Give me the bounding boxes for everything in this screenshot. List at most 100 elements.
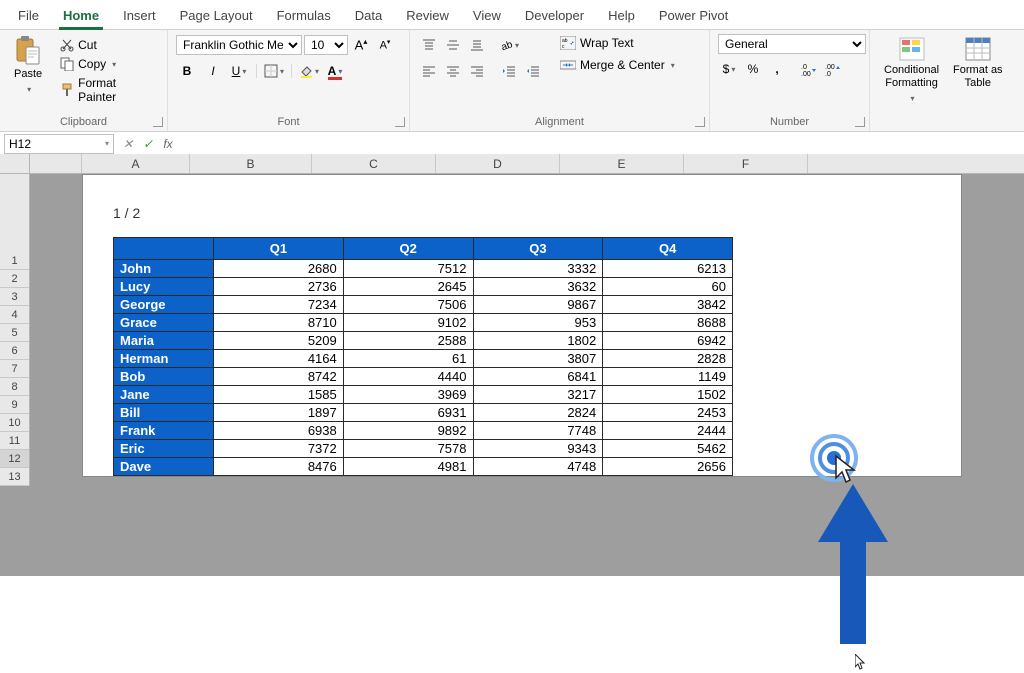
decrease-font-button[interactable]: A▾ bbox=[374, 34, 396, 56]
cell[interactable]: 6938 bbox=[214, 422, 344, 440]
table-row[interactable]: Grace871091029538688 bbox=[114, 314, 733, 332]
insert-function-button[interactable]: fx bbox=[158, 137, 178, 151]
merge-center-button[interactable]: Merge & Center bbox=[556, 56, 679, 74]
cell[interactable]: 3969 bbox=[343, 386, 473, 404]
orientation-button[interactable]: ab bbox=[498, 34, 520, 56]
cut-button[interactable]: Cut bbox=[56, 36, 159, 54]
header-blank[interactable] bbox=[114, 238, 214, 260]
increase-font-button[interactable]: A▴ bbox=[350, 34, 372, 56]
row-header-1[interactable]: 1 bbox=[0, 252, 29, 270]
cell[interactable]: 953 bbox=[473, 314, 603, 332]
cell[interactable]: 60 bbox=[603, 278, 733, 296]
align-left-button[interactable] bbox=[418, 60, 440, 82]
cell[interactable]: 9892 bbox=[343, 422, 473, 440]
comma-format-button[interactable]: , bbox=[766, 58, 788, 80]
font-color-button[interactable]: A bbox=[324, 60, 346, 82]
row-header-9[interactable]: 9 bbox=[0, 396, 29, 414]
copy-button[interactable]: Copy bbox=[56, 55, 159, 73]
tab-power-pivot[interactable]: Power Pivot bbox=[647, 4, 740, 29]
col-header-F[interactable]: F bbox=[684, 154, 808, 173]
row-name[interactable]: Jane bbox=[114, 386, 214, 404]
align-top-button[interactable] bbox=[418, 34, 440, 56]
col-header-gap[interactable] bbox=[30, 154, 82, 173]
format-painter-button[interactable]: Format Painter bbox=[56, 74, 159, 106]
conditional-formatting-dropdown[interactable] bbox=[909, 92, 915, 105]
align-right-button[interactable] bbox=[466, 60, 488, 82]
row-name[interactable]: Grace bbox=[114, 314, 214, 332]
cell[interactable]: 6942 bbox=[603, 332, 733, 350]
cell[interactable]: 8742 bbox=[214, 368, 344, 386]
cell[interactable]: 4748 bbox=[473, 458, 603, 476]
row-name[interactable]: Lucy bbox=[114, 278, 214, 296]
cell[interactable]: 7748 bbox=[473, 422, 603, 440]
tab-home[interactable]: Home bbox=[51, 4, 111, 29]
format-as-table-button[interactable]: Format as Table bbox=[947, 34, 1009, 92]
cell[interactable]: 2736 bbox=[214, 278, 344, 296]
cell[interactable]: 2828 bbox=[603, 350, 733, 368]
cell[interactable]: 9102 bbox=[343, 314, 473, 332]
underline-button[interactable]: U bbox=[228, 60, 250, 82]
col-header-B[interactable]: B bbox=[190, 154, 312, 173]
wrap-text-button[interactable]: abc Wrap Text bbox=[556, 34, 679, 52]
cell[interactable]: 2656 bbox=[603, 458, 733, 476]
cell[interactable]: 61 bbox=[343, 350, 473, 368]
cell[interactable]: 3807 bbox=[473, 350, 603, 368]
cell[interactable]: 6931 bbox=[343, 404, 473, 422]
font-size-select[interactable]: 10 bbox=[304, 35, 348, 55]
row-header-5[interactable]: 5 bbox=[0, 324, 29, 342]
tab-developer[interactable]: Developer bbox=[513, 4, 596, 29]
row-name[interactable]: John bbox=[114, 260, 214, 278]
table-row[interactable]: Frank6938989277482444 bbox=[114, 422, 733, 440]
accounting-format-button[interactable]: $ bbox=[718, 58, 740, 80]
cell[interactable]: 1585 bbox=[214, 386, 344, 404]
header-q3[interactable]: Q3 bbox=[473, 238, 603, 260]
cell[interactable]: 6841 bbox=[473, 368, 603, 386]
table-row[interactable]: Herman41646138072828 bbox=[114, 350, 733, 368]
cell[interactable]: 4981 bbox=[343, 458, 473, 476]
cell[interactable]: 3217 bbox=[473, 386, 603, 404]
row-header-4[interactable]: 4 bbox=[0, 306, 29, 324]
conditional-formatting-button[interactable]: Conditional Formatting bbox=[878, 34, 945, 108]
italic-button[interactable]: I bbox=[202, 60, 224, 82]
cell[interactable]: 4440 bbox=[343, 368, 473, 386]
row-header-8[interactable]: 8 bbox=[0, 378, 29, 396]
row-name[interactable]: Bob bbox=[114, 368, 214, 386]
cell[interactable]: 7372 bbox=[214, 440, 344, 458]
cell[interactable]: 7578 bbox=[343, 440, 473, 458]
cell[interactable]: 8476 bbox=[214, 458, 344, 476]
tab-review[interactable]: Review bbox=[394, 4, 461, 29]
row-name[interactable]: Dave bbox=[114, 458, 214, 476]
number-format-select[interactable]: General bbox=[718, 34, 866, 54]
tab-file[interactable]: File bbox=[6, 4, 51, 29]
cell[interactable]: 2588 bbox=[343, 332, 473, 350]
select-all-corner[interactable] bbox=[0, 154, 30, 173]
cell[interactable]: 7506 bbox=[343, 296, 473, 314]
font-family-select[interactable]: Franklin Gothic Me bbox=[176, 35, 302, 55]
data-table[interactable]: Q1Q2Q3Q4John2680751233326213Lucy27362645… bbox=[113, 237, 733, 476]
table-row[interactable]: Dave8476498147482656 bbox=[114, 458, 733, 476]
row-header-10[interactable]: 10 bbox=[0, 414, 29, 432]
row-header-2[interactable]: 2 bbox=[0, 270, 29, 288]
row-header-12[interactable]: 12 bbox=[0, 450, 29, 468]
cell[interactable]: 5209 bbox=[214, 332, 344, 350]
cell[interactable]: 5462 bbox=[603, 440, 733, 458]
decrease-decimal-button[interactable]: .00.0 bbox=[822, 58, 844, 80]
row-name[interactable]: George bbox=[114, 296, 214, 314]
tab-data[interactable]: Data bbox=[343, 4, 394, 29]
tab-help[interactable]: Help bbox=[596, 4, 647, 29]
paste-button[interactable]: Paste bbox=[8, 34, 48, 98]
table-row[interactable]: Lucy27362645363260 bbox=[114, 278, 733, 296]
cell[interactable]: 1502 bbox=[603, 386, 733, 404]
header-q2[interactable]: Q2 bbox=[343, 238, 473, 260]
cell[interactable]: 2824 bbox=[473, 404, 603, 422]
table-row[interactable]: Eric7372757893435462 bbox=[114, 440, 733, 458]
row-header-3[interactable]: 3 bbox=[0, 288, 29, 306]
cell[interactable]: 8688 bbox=[603, 314, 733, 332]
tab-formulas[interactable]: Formulas bbox=[265, 4, 343, 29]
row-header-7[interactable]: 7 bbox=[0, 360, 29, 378]
paste-dropdown[interactable] bbox=[25, 83, 31, 96]
align-center-button[interactable] bbox=[442, 60, 464, 82]
cell[interactable]: 1149 bbox=[603, 368, 733, 386]
cell[interactable]: 9867 bbox=[473, 296, 603, 314]
number-dialog-launcher[interactable] bbox=[855, 117, 865, 127]
